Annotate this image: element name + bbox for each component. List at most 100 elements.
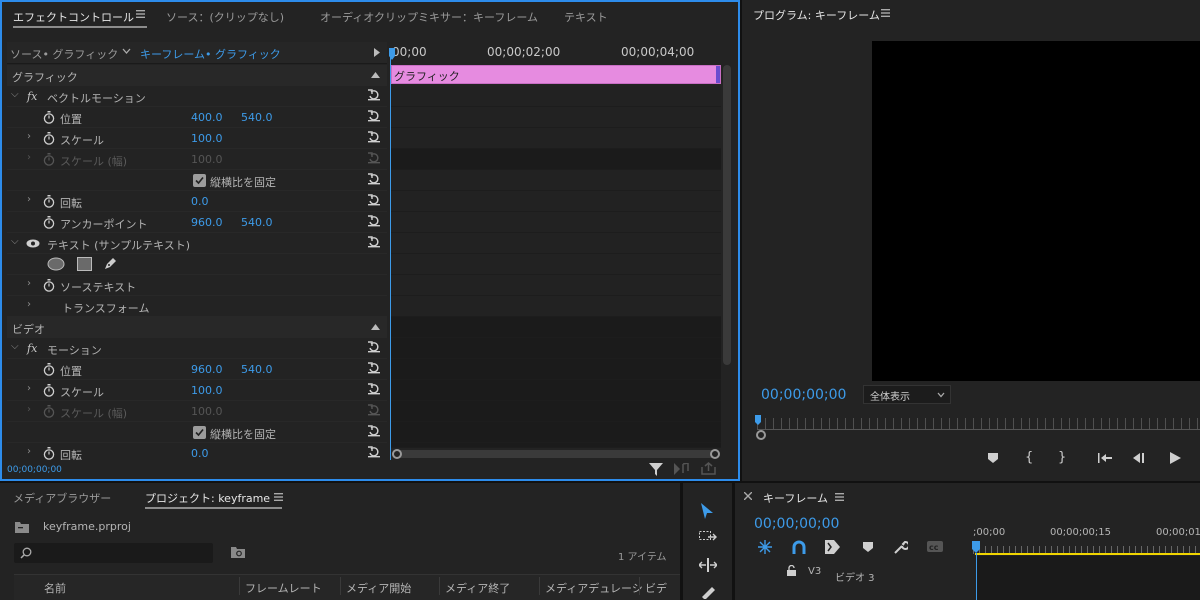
- column-divider[interactable]: [439, 577, 440, 595]
- reset-icon[interactable]: [368, 236, 380, 248]
- stopwatch-icon[interactable]: [43, 111, 55, 124]
- reset-icon[interactable]: [368, 131, 380, 143]
- program-timecode[interactable]: 00;00;00;00: [761, 387, 846, 403]
- tab-audio-clip-mixer[interactable]: オーディオクリップミキサー：キーフレーム: [320, 9, 538, 25]
- column-media-end[interactable]: メディア終了: [445, 580, 510, 596]
- collapse-up-icon[interactable]: [371, 324, 380, 330]
- column-frame-rate[interactable]: フレームレート: [245, 580, 322, 596]
- stopwatch-icon[interactable]: [43, 195, 55, 208]
- filter-icon[interactable]: [649, 463, 663, 476]
- stopwatch-icon[interactable]: [43, 384, 55, 397]
- text-layer-row[interactable]: ⌵ テキスト (サンプルテキスト): [7, 233, 387, 254]
- add-marker-icon[interactable]: [988, 453, 998, 463]
- stopwatch-icon[interactable]: [43, 216, 55, 229]
- reset-icon[interactable]: [368, 89, 380, 101]
- scale-value[interactable]: 100.0: [191, 132, 223, 145]
- rotation-value[interactable]: 0.0: [191, 195, 209, 208]
- timeline-playhead[interactable]: [972, 541, 980, 553]
- position-y-value[interactable]: 540.0: [241, 111, 273, 124]
- column-divider[interactable]: [539, 577, 540, 595]
- panel-menu-icon[interactable]: [274, 493, 283, 501]
- program-scrub-track[interactable]: [757, 429, 1200, 430]
- reset-icon[interactable]: [368, 362, 380, 374]
- motion-row[interactable]: ⌵ fx モーション: [7, 338, 387, 359]
- program-monitor-title[interactable]: プログラム: キーフレーム: [753, 7, 880, 23]
- expand-timeline-icon[interactable]: [374, 48, 380, 57]
- expand-chevron-icon[interactable]: ›: [27, 278, 31, 289]
- motion-position-y-value[interactable]: 540.0: [241, 363, 273, 376]
- position-x-value[interactable]: 400.0: [191, 111, 223, 124]
- expand-chevron-icon[interactable]: ⌵: [11, 236, 19, 247]
- uniform-scale-checkbox[interactable]: [193, 426, 206, 439]
- track-select-tool-icon[interactable]: [699, 531, 717, 545]
- reset-icon[interactable]: [368, 215, 380, 227]
- track-v3-lane[interactable]: [977, 556, 1200, 600]
- pen-mask-icon[interactable]: [103, 256, 118, 271]
- tab-project[interactable]: プロジェクト: keyframe: [145, 490, 270, 506]
- program-viewer[interactable]: [872, 41, 1200, 381]
- column-media-duration[interactable]: メディアデュレーシ: [545, 580, 643, 596]
- go-to-in-icon[interactable]: [1098, 453, 1112, 463]
- fx-icon[interactable]: fx: [27, 90, 37, 103]
- tab-effect-controls[interactable]: エフェクトコントロール: [13, 9, 134, 25]
- zoom-select[interactable]: 全体表示: [863, 385, 951, 404]
- close-icon[interactable]: [744, 492, 752, 500]
- tab-media-browser[interactable]: メディアブラウザー: [13, 490, 111, 506]
- search-input[interactable]: [14, 543, 213, 563]
- reset-icon[interactable]: [368, 110, 380, 122]
- tab-source[interactable]: ソース：(クリップなし): [166, 9, 284, 25]
- motion-position-x-value[interactable]: 960.0: [191, 363, 223, 376]
- chevron-down-icon[interactable]: [122, 48, 131, 55]
- tab-text[interactable]: テキスト: [564, 9, 608, 25]
- fx-icon[interactable]: fx: [27, 342, 37, 355]
- zoom-handle-right[interactable]: [710, 449, 720, 459]
- stopwatch-icon[interactable]: [43, 279, 55, 292]
- anchor-x-value[interactable]: 960.0: [191, 216, 223, 229]
- reset-icon[interactable]: [368, 341, 380, 353]
- column-video[interactable]: ビデ: [645, 580, 667, 596]
- reset-icon[interactable]: [368, 194, 380, 206]
- new-bin-icon[interactable]: [231, 546, 246, 558]
- expand-chevron-icon[interactable]: ›: [27, 383, 31, 394]
- column-divider[interactable]: [639, 577, 640, 595]
- mark-out-icon[interactable]: }: [1058, 450, 1066, 465]
- motion-rotation-value[interactable]: 0.0: [191, 447, 209, 460]
- column-divider[interactable]: [239, 577, 240, 595]
- step-back-icon[interactable]: [1133, 453, 1145, 463]
- reset-icon[interactable]: [368, 173, 380, 185]
- expand-chevron-icon[interactable]: ›: [27, 446, 31, 457]
- track-label[interactable]: V3: [808, 566, 821, 577]
- play-icon[interactable]: [1170, 452, 1181, 464]
- reset-icon[interactable]: [368, 425, 380, 437]
- vertical-scrollbar[interactable]: [723, 65, 731, 365]
- ripple-edit-tool-icon[interactable]: [699, 558, 717, 572]
- timeline-timecode[interactable]: 00;00;00;00: [754, 516, 839, 532]
- column-name[interactable]: 名前: [44, 580, 66, 596]
- zoom-scrollbar[interactable]: [392, 449, 720, 459]
- insert-overwrite-icon[interactable]: [825, 540, 840, 554]
- timeline-title[interactable]: キーフレーム: [763, 490, 828, 506]
- ellipse-mask-icon[interactable]: [47, 257, 65, 271]
- expand-chevron-icon[interactable]: ›: [27, 131, 31, 142]
- column-media-start[interactable]: メディア開始: [346, 580, 411, 596]
- stopwatch-icon[interactable]: [43, 447, 55, 460]
- add-marker-icon[interactable]: [863, 542, 873, 552]
- effect-timecode[interactable]: 00;00;00;00: [7, 465, 62, 475]
- clip-bar[interactable]: グラフィック: [391, 65, 721, 84]
- anchor-y-value[interactable]: 540.0: [241, 216, 273, 229]
- eye-icon[interactable]: [26, 239, 40, 248]
- zoom-handle[interactable]: [756, 430, 766, 440]
- panel-menu-icon[interactable]: [881, 9, 890, 17]
- zoom-handle-left[interactable]: [392, 449, 402, 459]
- wrench-icon[interactable]: [894, 540, 908, 554]
- work-area-bar[interactable]: [975, 553, 1200, 555]
- mark-in-icon[interactable]: {: [1025, 450, 1033, 465]
- rectangle-mask-icon[interactable]: [77, 257, 92, 271]
- collapse-up-icon[interactable]: [371, 72, 380, 78]
- effect-timeline-ruler[interactable]: 00;00 00;00;02;00 00;00;04;00: [389, 42, 722, 64]
- expand-chevron-icon[interactable]: ›: [27, 299, 31, 310]
- razor-tool-icon[interactable]: [700, 585, 716, 599]
- snap-icon[interactable]: [758, 540, 772, 554]
- expand-chevron-icon[interactable]: ›: [27, 194, 31, 205]
- lock-icon[interactable]: [787, 565, 796, 576]
